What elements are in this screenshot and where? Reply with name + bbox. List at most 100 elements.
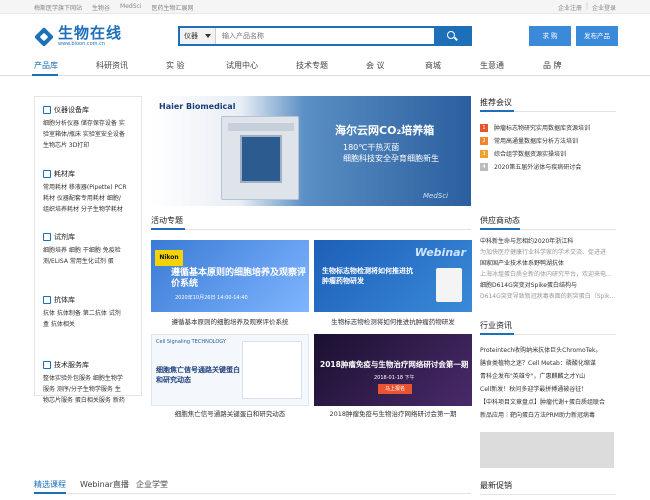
latest-promotions-title: 最新促销 [480, 481, 512, 490]
list-item[interactable]: 1 肿瘤标志物研究实用数据库资源培训 [480, 121, 590, 134]
hero-banner[interactable]: Haier Biomedical 海尔云网CO₂培养箱 180℃干热灭菌 细胞科… [151, 96, 471, 206]
reagent-icon [43, 233, 51, 241]
activity-card-cst[interactable]: Cell Signaling TECHNOLOGY 细胞焦亡信号通路关键蛋白和研… [151, 334, 309, 406]
search-category-value: 仪器 [184, 32, 198, 40]
nav-tech-topics[interactable]: 技术专题 [296, 60, 328, 71]
tab-featured-courses[interactable]: 精选课程 [34, 479, 66, 490]
nav-product-library[interactable]: 产品库 [34, 60, 58, 71]
service-icon [43, 361, 51, 369]
search-input[interactable] [216, 28, 434, 44]
publish-product-button[interactable]: 发布产品 [576, 26, 618, 46]
nikon-logo: Nikon [155, 250, 183, 266]
category-consumables: 耗材库 常用耗材 移液器(Pipette) PCR 耗材 仪器配套专用耗材 细胞… [43, 169, 139, 215]
category-services: 技术服务库 整体实验外包服务 细胞生物学 服务 测序/分子生物学服务 生 物芯片… [43, 360, 139, 406]
category-links[interactable]: 细胞分析仪器 储存保存设备 实 [43, 118, 139, 129]
category-links[interactable]: 物芯片服务 蛋白相关服务 新药 [43, 395, 139, 406]
category-links[interactable]: 服务 测序/分子生物学服务 生 [43, 384, 139, 395]
main-nav: 产品库 科研资讯 实 验 试用中心 技术专题 会 议 商城 生意通 品 牌 [0, 56, 650, 76]
list-item[interactable]: Proteintech收购纳米抗体巨头ChromoTek。 [480, 344, 616, 357]
list-item[interactable]: 青科企发布"英雄令"，广惠麒麟之才Y山 [480, 370, 616, 383]
list-item-summary: D614G突变导致新冠病毒表面的刺突蛋白（Spik... [480, 293, 616, 300]
tab-webinar-live[interactable]: Webinar直播 [80, 479, 129, 490]
instrument-icon [43, 106, 51, 114]
nav-business[interactable]: 生意通 [480, 60, 504, 71]
activity-card-tumor[interactable]: 2018肿瘤免疫与生物治疗网络研讨会第一期 2018-01-18 下午 马上报名 [314, 334, 472, 406]
ad-placeholder[interactable] [480, 432, 614, 468]
activity-card-webinar[interactable]: Webinar 生物标志物检测将如何推进抗肿瘤药物研发 [314, 240, 472, 312]
webinar-label: Webinar [414, 246, 466, 259]
category-links[interactable]: 测/ELISA 常用生化试剂 蛋 [43, 256, 139, 267]
tab-company-academy[interactable]: 企业学堂 [136, 479, 168, 490]
category-links[interactable]: 整体实验外包服务 细胞生物学 [43, 373, 139, 384]
industry-list: Proteintech收购纳米抗体巨头ChromoTek。 膳食类植物之迷？Ce… [480, 344, 616, 422]
category-antibodies: 抗体库 抗体 抗体制备 第二抗体 试剂 盒 抗体相关 [43, 295, 139, 330]
company-register-link[interactable]: 企业注册 [558, 3, 582, 12]
speaker-avatar [436, 268, 462, 302]
category-title: 抗体库 [54, 296, 75, 304]
category-title: 技术服务库 [54, 361, 89, 369]
nav-trial-center[interactable]: 试用中心 [226, 60, 258, 71]
nav-brands[interactable]: 品 牌 [543, 60, 562, 71]
top-bar: 梅斯医学旗下网站 生物谷 MedSci 医药生物汇展网 企业注册 | 企业登录 [0, 0, 650, 14]
banner-watermark: MedSci [423, 192, 449, 200]
category-links[interactable]: 耗材 仪器配套专用耗材 细胞/ [43, 193, 139, 204]
signup-button[interactable]: 马上报名 [378, 384, 412, 394]
nav-research-news[interactable]: 科研资讯 [96, 60, 128, 71]
consumable-icon [43, 170, 51, 178]
account-links: 企业注册 | 企业登录 [558, 3, 616, 12]
nav-experiment[interactable]: 实 验 [166, 60, 185, 71]
activity-section-title: 活动专题 [151, 216, 183, 225]
company-login-link[interactable]: 企业登录 [592, 3, 616, 12]
category-title: 耗材库 [54, 170, 75, 178]
supplier-list: 中科新生命与您相约2020年浙江科 为加快医疗健康行业科学家的学术交流、促进进 … [480, 236, 616, 302]
industry-title: 行业资讯 [480, 321, 512, 330]
list-item[interactable]: 3 综合组学数据资源实操培训 [480, 147, 590, 160]
site-link-expo[interactable]: 医药生物汇展网 [151, 3, 193, 12]
category-links[interactable]: 常用耗材 移液器(Pipette) PCR [43, 182, 139, 193]
incubator-image [221, 116, 299, 200]
category-links[interactable]: 生物芯片 3D打印 [43, 140, 139, 151]
list-item[interactable]: 新品应用｜靶向蛋白方法PRM助力新冠病毒 [480, 409, 616, 422]
category-links[interactable]: 组织培养耗材 分子生物学耗材 [43, 204, 139, 215]
category-links[interactable]: 验室箱体/瓶床 实验室安全设备 [43, 129, 139, 140]
category-links[interactable]: 盒 抗体相关 [43, 319, 139, 330]
activity-card-caption[interactable]: 生物标志物检测将如何推进抗肿瘤药物研发 [314, 316, 472, 326]
buy-request-button[interactable]: 求 购 [529, 26, 571, 46]
list-item[interactable]: 2 常用高通量数据库分析方法培训 [480, 134, 590, 147]
site-logo[interactable]: 生物在线 www.bioon.com.cn [34, 26, 122, 47]
activity-card-caption[interactable]: 细胞焦亡信号通路关键蛋白和研究动态 [151, 408, 309, 418]
search-bar: 仪器 [178, 26, 472, 46]
list-item[interactable]: 膳食类植物之迷？Cell Metab：磷酸化缩谋 [480, 357, 616, 370]
list-item[interactable]: 【中科项目文章盘点】肿瘤代谢+蛋白质组联合 [480, 396, 616, 409]
supplier-title: 供应商动态 [480, 216, 520, 225]
list-item[interactable]: 细胞D614G突变对Spike蛋白结构与 [480, 280, 616, 291]
activity-card-caption[interactable]: 2018肿瘤免疫与生物治疗网络研讨会第一期 [314, 408, 472, 418]
rank-badge: 2 [480, 136, 488, 145]
list-item-summary: 上海冰煌蛋白质全新的体内研究平台，欢迎来电... [480, 271, 612, 278]
search-button[interactable] [434, 28, 470, 44]
search-category-select[interactable]: 仪器 [180, 28, 216, 44]
card-image-title: 2018肿瘤免疫与生物治疗网络研讨会第一期 [320, 360, 469, 369]
rank-badge: 4 [480, 162, 488, 171]
site-link-bioon[interactable]: 生物谷 [92, 3, 110, 12]
category-panel: 仪器设备库 细胞分析仪器 储存保存设备 实 验室箱体/瓶床 实验室安全设备 生物… [34, 96, 142, 404]
card-image-subtitle: 2020年10月26日 14:00-14:40 [175, 295, 248, 301]
list-item[interactable]: 4 2020第五届外泌体与疾病研讨会 [480, 160, 590, 173]
activity-card-caption[interactable]: 遵循基本原则的细胞培养及观察评价系统 [151, 316, 309, 326]
pathway-diagram [242, 341, 302, 399]
activity-card-nikon[interactable]: Nikon 遵循基本原则的细胞培养及观察评价系统 2020年10月26日 14:… [151, 240, 309, 312]
rank-badge: 1 [480, 123, 488, 132]
list-item[interactable]: 国家国产业技术体系野鸭湖抗体 [480, 258, 616, 269]
list-item[interactable]: Cell新发！秋问多迎学最拼搏通被谷征！ [480, 383, 616, 396]
category-reagents: 试剂库 细胞培养 细胞 干细胞 免疫检 测/ELISA 常用生化试剂 蛋 [43, 232, 139, 267]
site-link-medsci[interactable]: MedSci [120, 3, 141, 12]
list-item[interactable]: 中科新生命与您相约2020年浙江科 [480, 236, 616, 247]
logo-diamond-icon [34, 26, 54, 47]
category-links[interactable]: 抗体 抗体制备 第二抗体 试剂 [43, 308, 139, 319]
site-link-medsci-group[interactable]: 梅斯医学旗下网站 [34, 3, 82, 12]
category-links[interactable]: 细胞培养 细胞 干细胞 免疫检 [43, 245, 139, 256]
nav-meetings[interactable]: 会 议 [366, 60, 385, 71]
logo-title: 生物在线 [58, 24, 123, 42]
banner-line-1: 180℃干热灭菌 [343, 143, 400, 152]
nav-mall[interactable]: 商城 [425, 60, 441, 71]
